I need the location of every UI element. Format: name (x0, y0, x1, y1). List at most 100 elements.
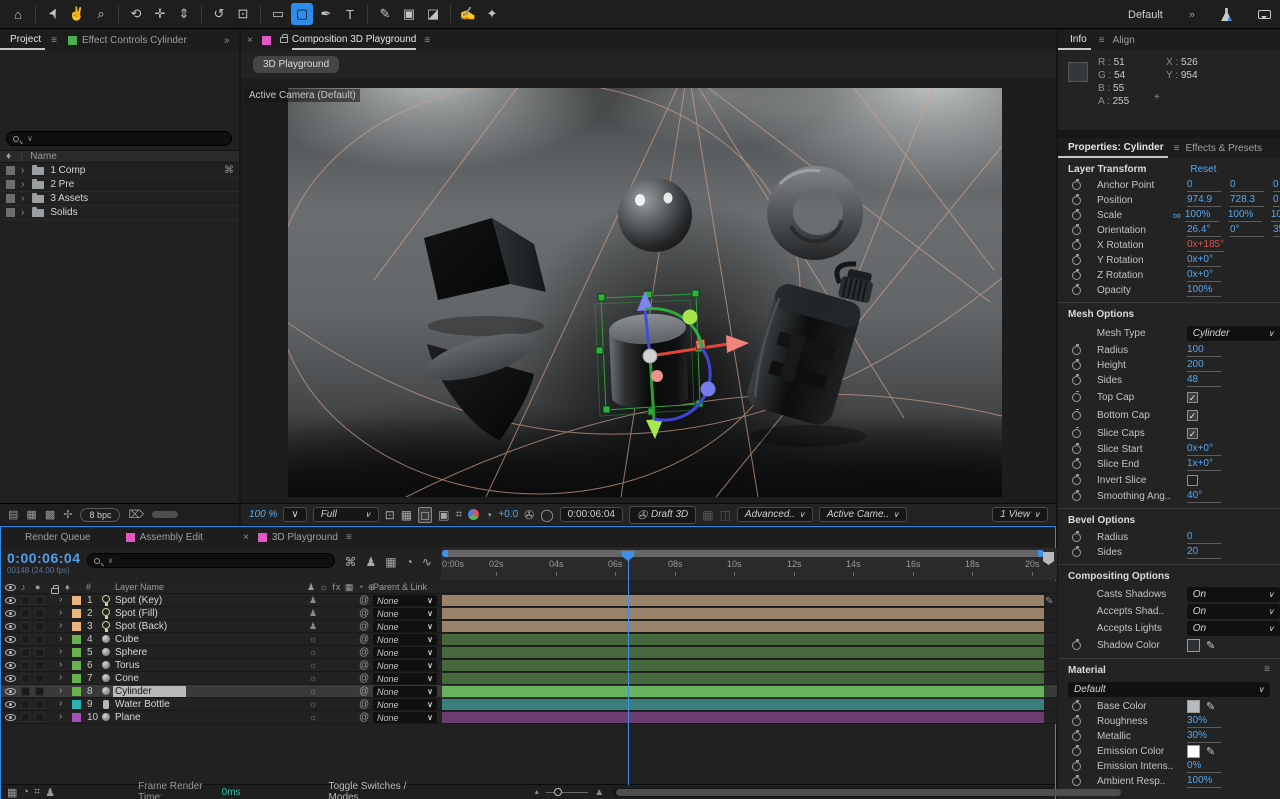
home-icon[interactable]: ⌂ (7, 3, 29, 25)
zoom-dropdown-icon[interactable]: ∨ (283, 507, 306, 522)
bottom-cap-checkbox[interactable]: ✓ (1187, 410, 1198, 421)
parent-link-column-header[interactable]: Parent & Link (373, 582, 427, 592)
eye-icon[interactable] (5, 649, 16, 656)
stopwatch-icon[interactable] (1072, 548, 1081, 557)
project-item-1-comp[interactable]: › 1 Comp ⌘ (0, 164, 239, 178)
stopwatch-icon[interactable] (1072, 286, 1081, 295)
pickwhip-icon[interactable]: @ (359, 595, 369, 606)
layer-row-cube[interactable]: › 4 Cube ☼ @ None∨ (1, 633, 1057, 646)
eraser-tool-icon[interactable]: ◪ (422, 3, 444, 25)
transparency-grid-icon[interactable]: ▦ (401, 508, 412, 522)
layer-bar[interactable] (442, 647, 1044, 658)
interpret-footage-icon[interactable]: ▤ (8, 508, 18, 521)
close-tab-icon[interactable]: × (243, 532, 249, 543)
stopwatch-icon[interactable] (1072, 211, 1081, 220)
emission-color-swatch[interactable] (1187, 745, 1200, 758)
snapshot-icon[interactable]: ✇ (524, 508, 534, 522)
bpc-button[interactable]: 8 bpc (80, 508, 120, 522)
parent-select[interactable]: None∨ (373, 621, 437, 632)
parent-select[interactable]: None∨ (373, 712, 437, 723)
grid-guides-icon[interactable]: ⊡ (385, 508, 395, 522)
pickwhip-icon[interactable]: @ (359, 647, 369, 658)
parent-select[interactable]: None∨ (373, 699, 437, 710)
view-layout-select[interactable]: 1 View∨ (992, 507, 1048, 522)
layer-name-column-header[interactable]: Layer Name (115, 582, 164, 592)
parent-select[interactable]: None∨ (373, 595, 437, 606)
layer-bar[interactable] (442, 608, 1044, 619)
stopwatch-icon[interactable] (1072, 492, 1081, 501)
eye-icon[interactable] (5, 662, 16, 669)
layer-bar[interactable] (442, 621, 1044, 632)
stopwatch-icon[interactable] (1072, 226, 1081, 235)
motion-blur-footer-icon[interactable]: ◔ (22, 786, 29, 798)
extended-viewer-icon[interactable]: ◫ (720, 508, 731, 522)
stopwatch-icon[interactable] (1072, 411, 1081, 420)
current-time-display[interactable]: 0:00:06:04 00148 (24.00 fps) (1, 548, 87, 577)
mesh-type-select[interactable]: Cylinder∨ (1187, 326, 1280, 341)
timeline-menu-icon[interactable]: ≡ (346, 532, 352, 543)
shy-toggle-icon[interactable]: ♟ (366, 555, 377, 569)
pickwhip-icon[interactable]: @ (359, 712, 369, 723)
stopwatch-icon[interactable] (1072, 445, 1081, 454)
delete-icon[interactable]: ⌦ (128, 508, 144, 521)
zoom-knob[interactable] (554, 788, 562, 796)
feedback-icon[interactable] (1258, 10, 1271, 19)
tab-properties[interactable]: Properties: Cylinder (1058, 138, 1168, 158)
project-search-input[interactable]: ∨ (6, 131, 232, 146)
eye-icon[interactable] (5, 597, 16, 604)
exposure-value[interactable]: +0.0 (498, 509, 518, 520)
parent-select[interactable]: None∨ (373, 608, 437, 619)
brush-tool-icon[interactable]: ✎ (374, 3, 396, 25)
pickwhip-icon[interactable]: @ (359, 660, 369, 671)
audio-column-icon[interactable]: ♪ (21, 582, 26, 592)
layer-bar[interactable] (442, 660, 1044, 671)
exposure-icon[interactable]: ◔ (485, 508, 492, 522)
panel-more-icon[interactable]: » (224, 35, 230, 46)
layer-bar[interactable] (442, 673, 1044, 684)
toggle-switches-modes-button[interactable]: Toggle Switches / Modes (329, 781, 424, 799)
eye-column-icon[interactable] (5, 584, 16, 591)
project-item-solids[interactable]: › Solids (0, 206, 239, 220)
material-preset-select[interactable]: Default∨ (1068, 682, 1270, 697)
orbit-camera-tool-icon[interactable]: ⟲ (125, 3, 147, 25)
lock-icon[interactable] (280, 37, 288, 43)
parent-select[interactable]: None∨ (373, 673, 437, 684)
project-item-3-assets[interactable]: › 3 Assets (0, 192, 239, 206)
label-column-icon[interactable]: ♦ (65, 582, 70, 592)
tab-project[interactable]: Project (0, 30, 45, 50)
eyedropper-icon[interactable]: ✎ (1206, 700, 1215, 713)
layer-row-cone[interactable]: › 7 Cone ☼ @ None∨ (1, 672, 1057, 685)
parent-select[interactable]: None∨ (373, 647, 437, 658)
layer-row-torus[interactable]: › 6 Torus ☼ @ None∨ (1, 659, 1057, 672)
layer-bar[interactable] (442, 634, 1044, 645)
preview-timecode[interactable]: 0:00:06:04 (560, 507, 623, 522)
stopwatch-icon[interactable] (1072, 641, 1081, 650)
eyedropper-icon[interactable]: ✎ (1206, 745, 1215, 758)
stopwatch-icon[interactable] (1072, 777, 1081, 786)
roto-brush-tool-icon[interactable]: ✍ (457, 3, 479, 25)
tab-assembly-edit[interactable]: Assembly Edit (140, 532, 243, 543)
rotation-tool-icon[interactable]: ↺ (208, 3, 230, 25)
stopwatch-icon[interactable] (1072, 460, 1081, 469)
clone-stamp-tool-icon[interactable]: ▣ (398, 3, 420, 25)
mini-flowchart-icon[interactable]: ⌘ (345, 555, 357, 569)
stopwatch-icon[interactable] (1072, 181, 1081, 190)
layer-row-sphere[interactable]: › 5 Sphere ☼ @ None∨ (1, 646, 1057, 659)
stopwatch-icon[interactable] (1072, 747, 1081, 756)
selection-tool-icon[interactable]: ➤ (42, 3, 64, 25)
eye-icon[interactable] (5, 636, 16, 643)
casts-shadows-select[interactable]: On∨ (1187, 587, 1280, 602)
mask-visibility-icon[interactable]: ◻ (418, 507, 432, 523)
link-icon[interactable]: ∞ (1173, 210, 1181, 222)
pickwhip-icon[interactable]: @ (359, 634, 369, 645)
type-tool-icon[interactable]: T (339, 3, 361, 25)
eye-icon[interactable] (5, 675, 16, 682)
base-color-swatch[interactable] (1187, 700, 1200, 713)
layer-bar[interactable] (442, 699, 1044, 710)
top-cap-checkbox[interactable]: ✓ (1187, 392, 1198, 403)
stopwatch-icon[interactable] (1072, 702, 1081, 711)
eye-icon[interactable] (5, 688, 16, 695)
timeline-zoom-slider[interactable]: ▲ ▲ (533, 787, 604, 798)
stopwatch-icon[interactable] (1072, 429, 1081, 438)
accepts-shadows-select[interactable]: On∨ (1187, 604, 1280, 619)
